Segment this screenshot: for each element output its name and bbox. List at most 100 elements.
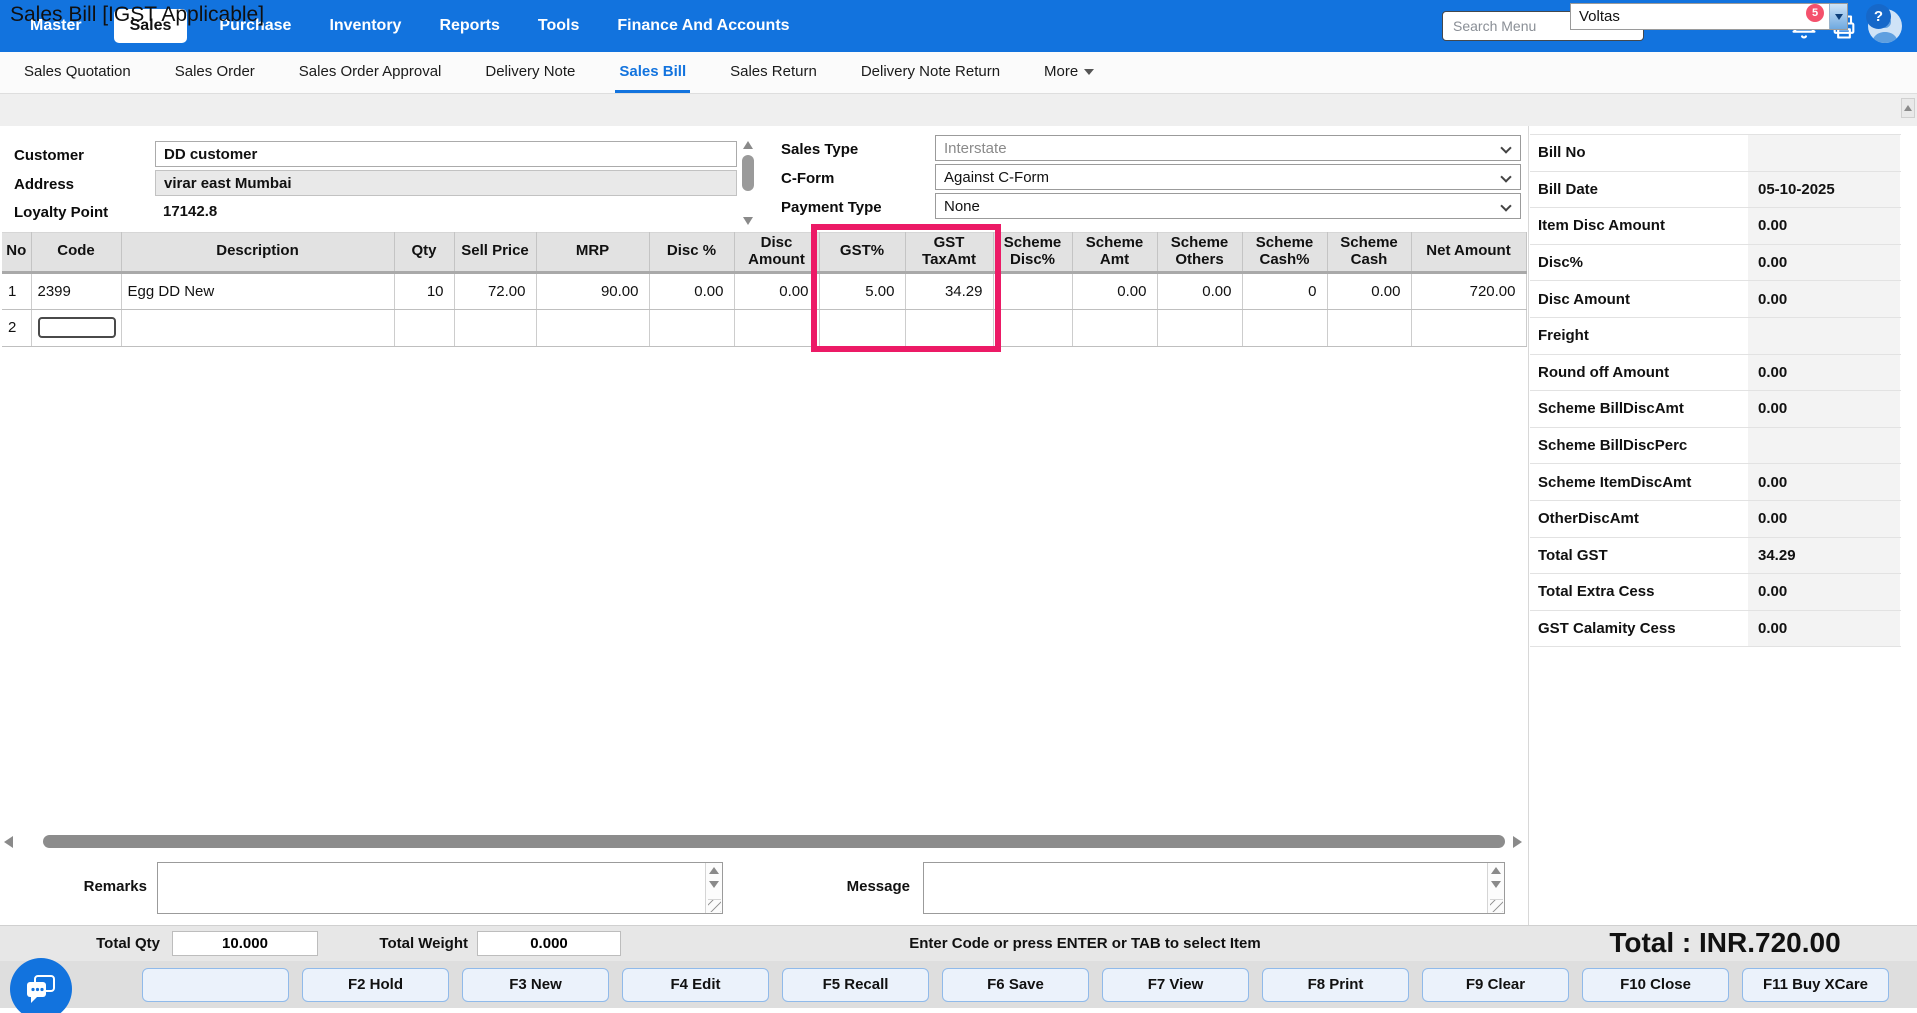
tab-delivery-note-return[interactable]: Delivery Note Return	[857, 52, 1004, 93]
f2-hold-button[interactable]: F2 Hold	[302, 968, 449, 1002]
loyalty-point-label: Loyalty Point	[14, 204, 108, 221]
cell-qty[interactable]: 10	[394, 272, 454, 309]
tab-sales-quotation[interactable]: Sales Quotation	[20, 52, 135, 93]
f5-recall-button[interactable]: F5 Recall	[782, 968, 929, 1002]
resize-grip-icon[interactable]	[708, 899, 721, 912]
summary-label: Scheme BillDiscAmt	[1530, 391, 1748, 427]
cell-empty	[734, 309, 819, 346]
cell-gst-pct[interactable]: 5.00	[819, 272, 905, 309]
col-code: Code	[31, 233, 121, 273]
message-box	[923, 862, 1505, 914]
message-scroll-rail[interactable]	[1487, 863, 1504, 913]
summary-row-scheme-itemdiscamt: Scheme ItemDiscAmt0.00	[1530, 464, 1901, 501]
scroll-right-icon[interactable]	[1513, 836, 1522, 848]
message-textarea[interactable]	[924, 863, 1486, 913]
cform-label: C-Form	[781, 170, 834, 187]
chevron-down-icon	[1084, 69, 1094, 75]
cell-sell-price[interactable]: 72.00	[454, 272, 536, 309]
scroll-left-icon[interactable]	[4, 836, 13, 848]
f7-view-button[interactable]: F7 View	[1102, 968, 1249, 1002]
cell-empty	[394, 309, 454, 346]
tab-more[interactable]: More	[1040, 52, 1098, 93]
cform-dropdown[interactable]: Against C-Form	[935, 164, 1521, 190]
branch-select-value: Voltas	[1571, 8, 1829, 25]
cell-code[interactable]: 2399	[31, 272, 121, 309]
chat-widget-button[interactable]	[10, 958, 72, 1013]
scrollbar-thumb[interactable]	[742, 155, 754, 191]
cell-mrp[interactable]: 90.00	[536, 272, 649, 309]
chat-bubbles-icon	[24, 972, 58, 1006]
nav-tools[interactable]: Tools	[532, 9, 585, 43]
form-scrollbar[interactable]	[741, 141, 755, 225]
table-hscrollbar[interactable]	[0, 833, 1528, 851]
cell-scheme-amt[interactable]: 0.00	[1072, 272, 1157, 309]
f9-clear-button[interactable]: F9 Clear	[1422, 968, 1569, 1002]
cell-empty	[1072, 309, 1157, 346]
col-no: No	[2, 233, 31, 273]
help-icon[interactable]: ?	[1866, 4, 1891, 29]
tab-more-label: More	[1044, 63, 1078, 80]
items-table: No Code Description Qty Sell Price MRP D…	[2, 232, 1527, 347]
nav-finance[interactable]: Finance And Accounts	[611, 9, 795, 43]
f4-edit-button[interactable]: F4 Edit	[622, 968, 769, 1002]
total-weight-field[interactable]	[477, 931, 621, 956]
remarks-label: Remarks	[60, 878, 147, 895]
summary-value: 0.00	[1748, 355, 1900, 391]
total-qty-field[interactable]	[172, 931, 318, 956]
scroll-up-icon	[1491, 867, 1501, 874]
f1-button[interactable]	[142, 968, 289, 1002]
cell-empty	[1411, 309, 1526, 346]
message-label: Message	[843, 878, 910, 895]
cell-no: 2	[2, 309, 31, 346]
remarks-textarea[interactable]	[158, 863, 704, 913]
cell-gst-taxamt[interactable]: 34.29	[905, 272, 993, 309]
summary-label: Scheme ItemDiscAmt	[1530, 464, 1748, 500]
nav-reports[interactable]: Reports	[433, 9, 505, 43]
page-scroll-up[interactable]	[1901, 98, 1915, 118]
total-qty-label: Total Qty	[80, 935, 160, 952]
summary-value: 34.29	[1748, 538, 1900, 574]
cell-empty	[905, 309, 993, 346]
tab-sales-bill[interactable]: Sales Bill	[615, 52, 690, 93]
f3-new-button[interactable]: F3 New	[462, 968, 609, 1002]
nav-inventory[interactable]: Inventory	[323, 9, 407, 43]
notification-badge: 5	[1806, 4, 1824, 22]
cell-scheme-cash[interactable]: 0.00	[1327, 272, 1411, 309]
f10-close-button[interactable]: F10 Close	[1582, 968, 1729, 1002]
tab-sales-order-approval[interactable]: Sales Order Approval	[295, 52, 446, 93]
hscrollbar-thumb[interactable]	[43, 835, 1505, 848]
customer-label: Customer	[14, 147, 84, 164]
cell-scheme-others[interactable]: 0.00	[1157, 272, 1242, 309]
col-scheme-others: Scheme Others	[1157, 233, 1242, 273]
payment-type-dropdown[interactable]: None	[935, 193, 1521, 219]
resize-grip-icon[interactable]	[1490, 899, 1503, 912]
cell-disc-pct[interactable]: 0.00	[649, 272, 734, 309]
scroll-up-icon	[743, 141, 753, 149]
tab-sales-order[interactable]: Sales Order	[171, 52, 259, 93]
tab-delivery-note[interactable]: Delivery Note	[481, 52, 579, 93]
summary-value	[1748, 428, 1900, 464]
f8-print-button[interactable]: F8 Print	[1262, 968, 1409, 1002]
item-code-input[interactable]	[38, 317, 116, 338]
remarks-scroll-rail[interactable]	[705, 863, 722, 913]
col-scheme-cash: Scheme Cash	[1327, 233, 1411, 273]
summary-value: 0.00	[1748, 611, 1900, 647]
sales-type-dropdown[interactable]: Interstate	[935, 135, 1521, 161]
summary-label: Item Disc Amount	[1530, 208, 1748, 244]
address-input[interactable]	[155, 170, 737, 196]
branch-select-arrow[interactable]	[1829, 4, 1847, 29]
cell-empty	[454, 309, 536, 346]
f6-save-button[interactable]: F6 Save	[942, 968, 1089, 1002]
cell-net-amount[interactable]: 720.00	[1411, 272, 1526, 309]
tab-sales-return[interactable]: Sales Return	[726, 52, 821, 93]
cell-description[interactable]: Egg DD New	[121, 272, 394, 309]
cell-scheme-cash-pct[interactable]: 0	[1242, 272, 1327, 309]
cell-disc-amt[interactable]: 0.00	[734, 272, 819, 309]
summary-label: Total Extra Cess	[1530, 574, 1748, 610]
bill-summary-panel: Bill No Bill Date05-10-2025 Item Disc Am…	[1530, 134, 1901, 647]
cell-scheme-disc-pct[interactable]	[993, 272, 1072, 309]
f11-buy-xcare-button[interactable]: F11 Buy XCare	[1742, 968, 1889, 1002]
function-key-bar: F2 Hold F3 New F4 Edit F5 Recall F6 Save…	[0, 961, 1917, 1008]
table-row[interactable]: 1 2399 Egg DD New 10 72.00 90.00 0.00 0.…	[2, 272, 1526, 309]
customer-input[interactable]	[155, 141, 737, 167]
